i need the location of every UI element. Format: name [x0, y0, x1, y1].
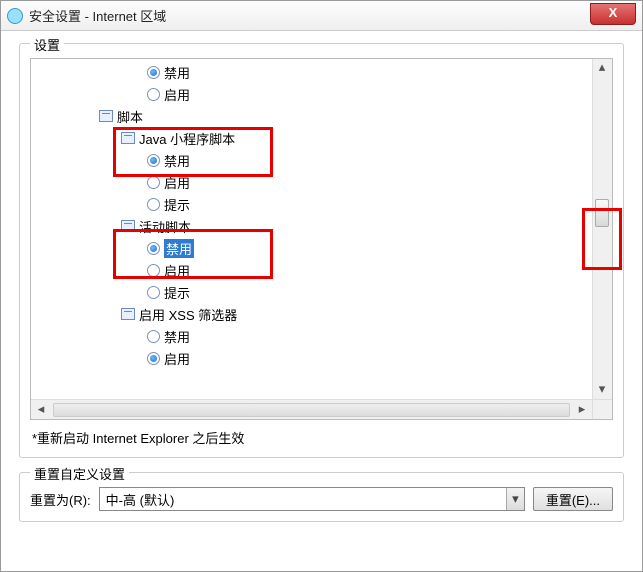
radio-row[interactable]: 禁用 — [31, 61, 592, 83]
reset-group: 重置自定义设置 重置为(R): 中-高 (默认) ▾ 重置(E)... — [19, 472, 624, 522]
radio-icon — [147, 154, 160, 167]
scroll-track[interactable] — [53, 403, 570, 417]
radio-row[interactable]: 启用 — [31, 171, 592, 193]
category-row: 活动脚本 — [31, 215, 592, 237]
radio-row[interactable]: 启用 — [31, 259, 592, 281]
radio-label: 启用 — [164, 173, 190, 192]
radio-label: 提示 — [164, 283, 190, 302]
category-label: Java 小程序脚本 — [139, 129, 235, 148]
radio-label: 启用 — [164, 349, 190, 368]
radio-icon — [147, 264, 160, 277]
category-row: 启用 XSS 筛选器 — [31, 303, 592, 325]
radio-icon — [147, 176, 160, 189]
category-label: 启用 XSS 筛选器 — [139, 305, 237, 324]
category-label: 活动脚本 — [139, 217, 191, 236]
settings-group-title: 设置 — [30, 35, 64, 54]
radio-row[interactable]: 禁用 — [31, 149, 592, 171]
settings-group: 设置 禁用 启用 脚本 Java 小程序脚本 — [19, 43, 624, 458]
radio-row[interactable]: 禁用 — [31, 325, 592, 347]
radio-label: 禁用 — [164, 327, 190, 346]
radio-row[interactable]: 启用 — [31, 347, 592, 369]
radio-icon — [147, 286, 160, 299]
close-button[interactable]: X — [590, 3, 636, 25]
reset-label: 重置为(R): — [30, 490, 91, 509]
radio-label: 禁用 — [164, 151, 190, 170]
radio-row[interactable]: 提示 — [31, 281, 592, 303]
scroll-left-icon[interactable]: ◂ — [32, 401, 50, 419]
reset-button[interactable]: 重置(E)... — [533, 487, 613, 511]
radio-icon — [147, 88, 160, 101]
radio-icon — [147, 330, 160, 343]
chevron-down-icon: ▾ — [506, 488, 524, 510]
category-row: Java 小程序脚本 — [31, 127, 592, 149]
radio-label: 启用 — [164, 85, 190, 104]
radio-icon — [147, 242, 160, 255]
radio-icon — [147, 352, 160, 365]
settings-listbox[interactable]: 禁用 启用 脚本 Java 小程序脚本 禁用 — [30, 58, 613, 420]
category-row: 脚本 — [31, 105, 592, 127]
reset-group-title: 重置自定义设置 — [30, 464, 129, 483]
script-icon — [121, 132, 135, 144]
button-label: 重置(E)... — [546, 490, 600, 509]
horizontal-scrollbar[interactable]: ◂ ▸ — [31, 399, 592, 419]
radio-label: 禁用 — [164, 63, 190, 82]
ie-icon — [7, 8, 23, 24]
vertical-scrollbar[interactable]: ▴ ▾ — [592, 59, 612, 399]
scroll-thumb[interactable] — [595, 199, 609, 227]
reset-level-select[interactable]: 中-高 (默认) ▾ — [99, 487, 525, 511]
script-icon — [121, 220, 135, 232]
radio-label: 提示 — [164, 195, 190, 214]
scroll-up-icon[interactable]: ▴ — [593, 59, 611, 77]
restart-note: *重新启动 Internet Explorer 之后生效 — [32, 428, 611, 447]
window-title: 安全设置 - Internet 区域 — [29, 6, 166, 25]
script-icon — [99, 110, 113, 122]
radio-icon — [147, 198, 160, 211]
scroll-down-icon[interactable]: ▾ — [593, 381, 611, 399]
script-icon — [121, 308, 135, 320]
radio-row[interactable]: 提示 — [31, 193, 592, 215]
listbox-content: 禁用 启用 脚本 Java 小程序脚本 禁用 — [31, 59, 592, 399]
radio-row[interactable]: 禁用 — [31, 237, 592, 259]
category-label: 脚本 — [117, 107, 143, 126]
scroll-right-icon[interactable]: ▸ — [573, 401, 591, 419]
scroll-corner — [592, 399, 612, 419]
select-value: 中-高 (默认) — [100, 490, 175, 509]
titlebar: 安全设置 - Internet 区域 X — [1, 1, 642, 31]
radio-label: 禁用 — [164, 239, 194, 258]
client-area: 设置 禁用 启用 脚本 Java 小程序脚本 — [1, 31, 642, 532]
radio-icon — [147, 66, 160, 79]
radio-row[interactable]: 启用 — [31, 83, 592, 105]
radio-label: 启用 — [164, 261, 190, 280]
